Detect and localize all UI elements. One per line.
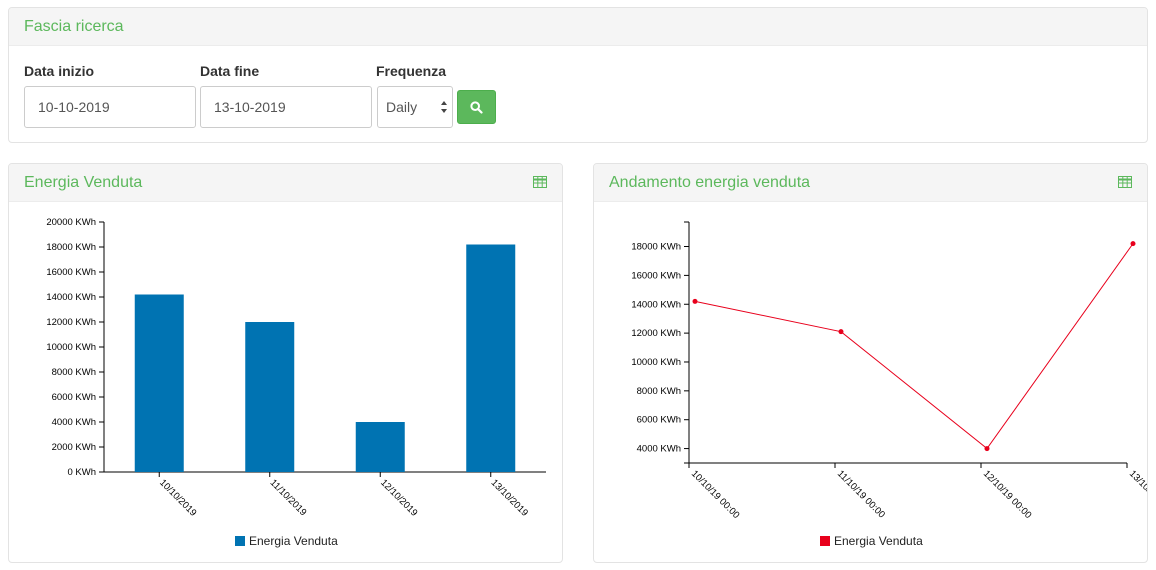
y-tick-label: 6000 KWh [637,415,681,426]
legend-label: Energia Venduta [834,534,923,548]
y-tick-label: 18000 KWh [46,242,96,253]
y-tick-label: 12000 KWh [631,328,681,339]
y-tick-label: 18000 KWh [631,242,681,253]
y-tick-label: 14000 KWh [46,292,96,303]
x-tick-label: 11/10/19 00:00 [835,468,887,520]
y-tick-label: 10000 KWh [631,357,681,368]
search-icon [470,101,483,114]
y-tick-label: 4000 KWh [637,444,681,455]
search-panel-title: Fascia ricerca [24,18,124,35]
data-point [692,298,698,304]
bar [134,294,184,472]
start-date-input[interactable]: 10-10-2019 [24,86,196,128]
line-chart-header: Andamento energia venduta [594,164,1147,202]
table-icon[interactable] [1118,176,1132,188]
bar [466,244,516,472]
table-icon[interactable] [533,176,547,188]
bar-chart: 0 KWh 2000 KWh 4000 KWh 6000 KWh 8000 KWh 100… [46,217,546,519]
frequency-select[interactable]: Daily [377,86,453,128]
bar-chart-legend: Energia Venduta [235,534,338,548]
select-arrows-icon [441,101,447,113]
end-date-label: Data fine [200,63,260,79]
frequency-label: Frequenza [376,63,447,79]
search-button[interactable] [457,90,496,124]
line-chart: 4000 KWh 6000 KWh 8000 KWh 10000 KWh 12000 K… [631,221,1147,521]
bar-chart-panel: Energia Venduta 0 KWh 2000 KWh 4000 KWh 600… [8,163,563,563]
bar-chart-title: Energia Venduta [24,174,143,191]
line-chart-title: Andamento energia venduta [609,174,811,191]
start-date-label: Data inizio [24,63,95,79]
y-tick-label: 8000 KWh [52,367,96,378]
legend-swatch [235,536,245,546]
x-tick-label: 13/10/19 00:00 [1127,468,1147,521]
line-chart-panel: Andamento energia venduta 4000 KWh 6000 K… [593,163,1148,563]
search-panel: Fascia ricerca Data inizio 10-10-2019 Da… [8,7,1148,143]
x-tick-label: 12/10/2019 [378,477,419,518]
y-tick-label: 8000 KWh [637,386,681,397]
y-tick-label: 20000 KWh [46,217,96,228]
y-tick-label: 6000 KWh [52,392,96,403]
y-tick-label: 16000 KWh [631,270,681,281]
search-panel-header: Fascia ricerca [9,8,1147,46]
x-tick-label: 10/10/19 00:00 [689,468,742,521]
y-tick-label: 16000 KWh [46,267,96,278]
data-point [984,446,990,452]
frequency-selected-value: Daily [386,99,418,115]
y-tick-label: 14000 KWh [631,299,681,310]
line-chart-legend: Energia Venduta [820,534,923,548]
bar [245,322,295,472]
data-point [1130,241,1136,247]
y-tick-label: 12000 KWh [46,317,96,328]
y-tick-label: 0 KWh [67,467,96,478]
bar [355,422,405,472]
data-point [838,329,844,335]
x-tick-label: 12/10/19 00:00 [981,468,1034,521]
series-line [694,243,1134,450]
x-tick-label: 11/10/2019 [268,477,309,518]
y-tick-label: 2000 KWh [52,442,96,453]
legend-label: Energia Venduta [249,534,338,548]
legend-swatch [820,536,830,546]
end-date-input[interactable]: 13-10-2019 [200,86,372,128]
bar-chart-header: Energia Venduta [9,164,562,202]
y-tick-label: 10000 KWh [46,342,96,353]
x-tick-label: 13/10/2019 [489,477,530,518]
x-tick-label: 10/10/2019 [157,477,198,518]
y-tick-label: 4000 KWh [52,417,96,428]
